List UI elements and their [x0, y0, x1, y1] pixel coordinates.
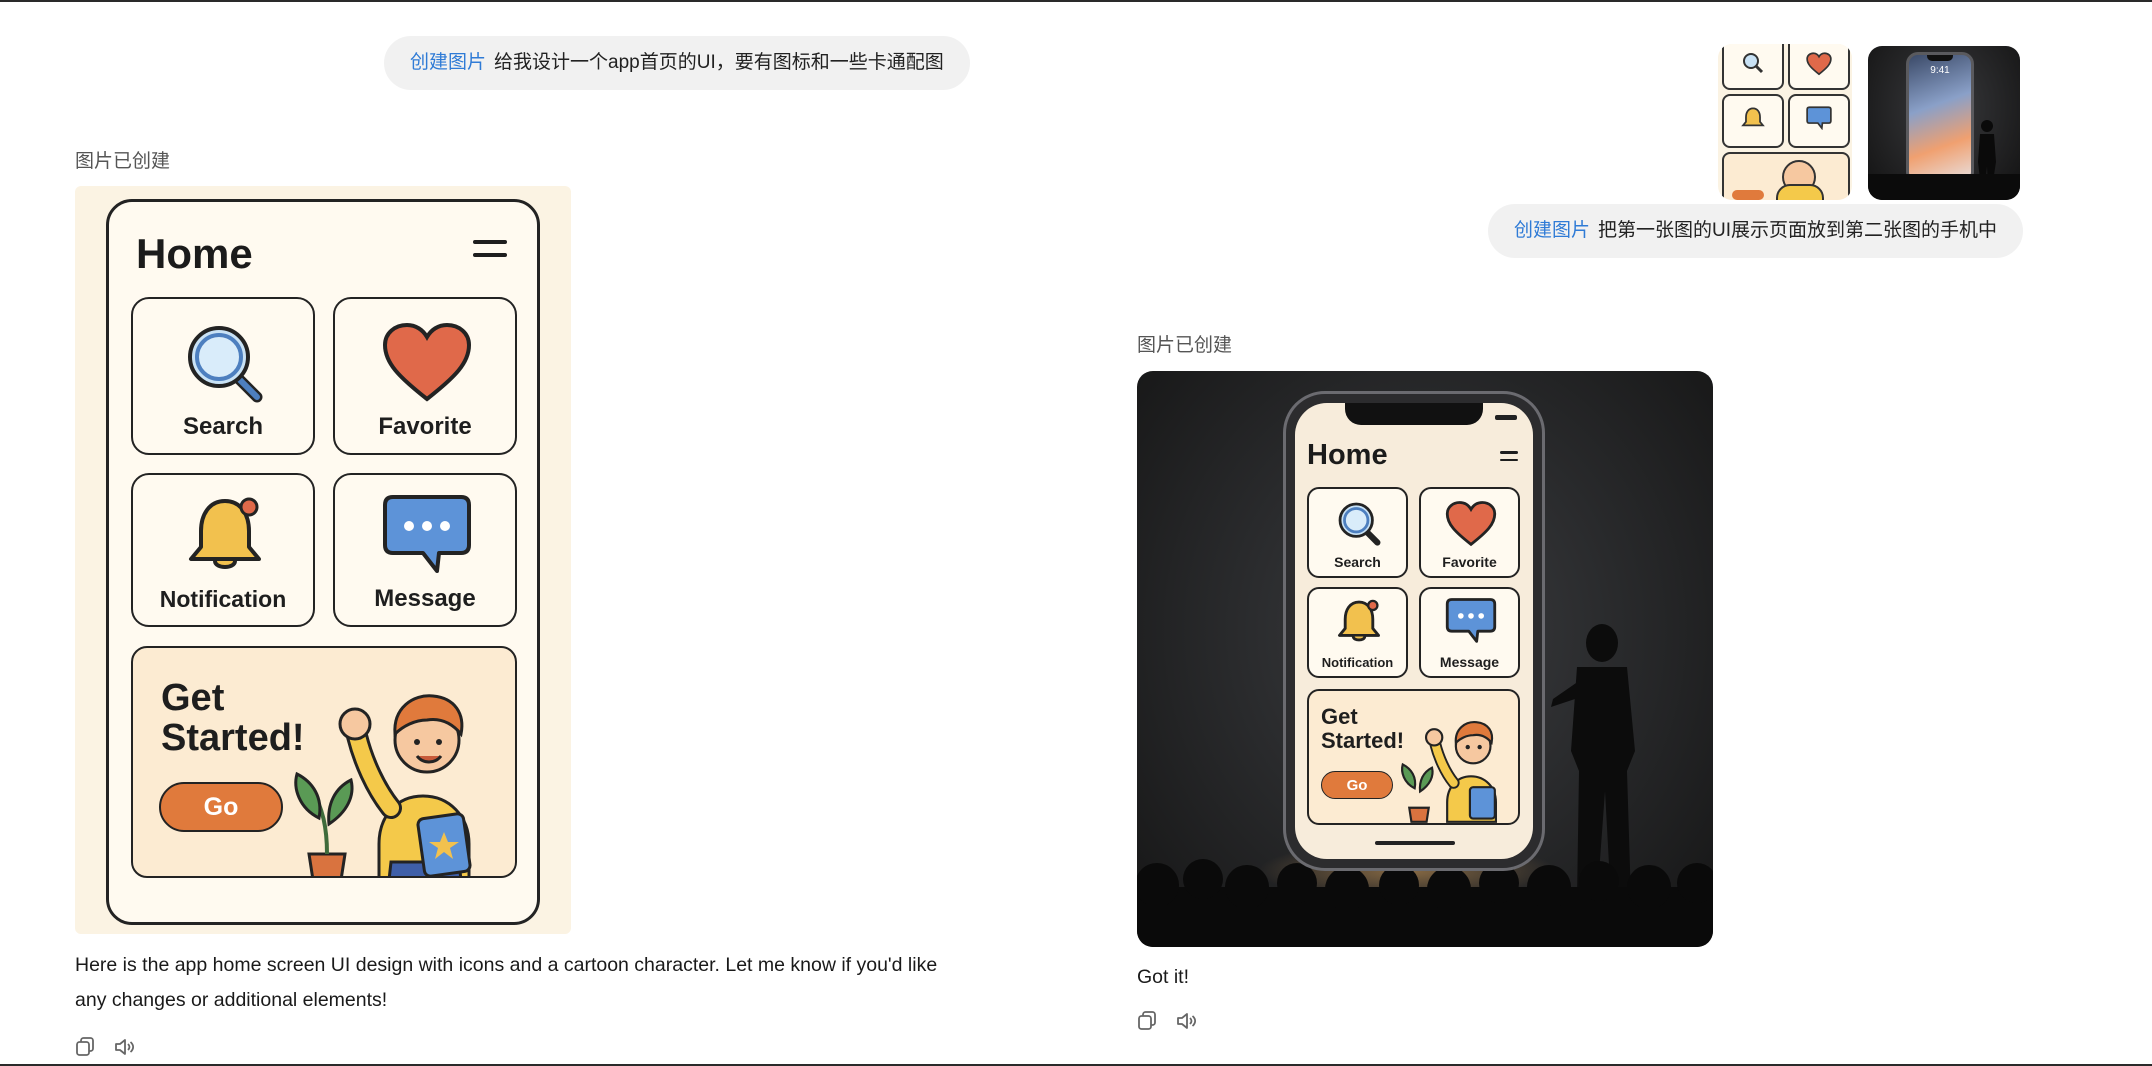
- phone-go-button: Go: [1321, 771, 1393, 799]
- image-created-label-1: 图片已创建: [75, 151, 171, 172]
- phone-favorite-card: Favorite: [1419, 487, 1520, 578]
- assistant-reply-1-line-1: Here is the app home screen UI design wi…: [75, 954, 938, 976]
- phone-notch: [1345, 403, 1483, 425]
- favorite-label: Favorite: [378, 413, 472, 440]
- phone-message-label: Message: [1439, 654, 1500, 670]
- thumb-message-card: [1788, 94, 1850, 148]
- audience-silhouette: [1868, 174, 2020, 200]
- hamburger-menu-icon: [473, 240, 507, 257]
- phone-get-started-line-1: Get: [1321, 704, 1358, 729]
- user-message-2: 创建图片 把第一张图的UI展示页面放到第二张图的手机中: [1488, 204, 2024, 258]
- assistant-reply-1: Here is the app home screen UI design wi…: [75, 948, 1015, 1018]
- create-image-chip[interactable]: 创建图片: [410, 52, 486, 73]
- phone-notification-label: Notification: [1321, 655, 1394, 670]
- phone-home-title: Home: [1307, 439, 1388, 471]
- generated-image-phone-on-stage[interactable]: Home Search Favorite Notification Messag…: [1137, 371, 1713, 947]
- search-icon: [188, 326, 263, 403]
- attached-thumbnail-stage-phone[interactable]: 9:41: [1868, 46, 2020, 200]
- chat-bubble-icon: [1806, 106, 1832, 130]
- go-button: Go: [159, 782, 283, 832]
- bell-icon: [1741, 107, 1765, 127]
- phone-get-started-heading: Get Started!: [1321, 705, 1404, 753]
- generated-image-app-ui[interactable]: Home Search Favorite Notification Messag…: [75, 186, 571, 934]
- battery-icon: [1495, 415, 1517, 420]
- thumb-phone-screen: 9:41: [1906, 52, 1974, 184]
- hamburger-menu-icon: [1500, 451, 1518, 461]
- image-created-label-2: 图片已创建: [1137, 335, 1233, 356]
- phone-message-card: Message: [1419, 587, 1520, 678]
- thumb-favorite-card: [1788, 44, 1850, 90]
- attached-thumbnail-app-ui[interactable]: [1718, 44, 1852, 200]
- phone-favorite-label: Favorite: [1442, 554, 1497, 570]
- assistant-reply-1-line-2: any changes or additional elements!: [75, 989, 388, 1011]
- bell-icon: [189, 497, 261, 569]
- notification-label: Notification: [159, 586, 287, 612]
- app-ui-message-card: Message: [333, 473, 517, 627]
- copy-icon[interactable]: [75, 1036, 97, 1058]
- copy-icon[interactable]: [1137, 1010, 1159, 1032]
- heart-icon: [1445, 501, 1497, 547]
- app-ui-favorite-card: Favorite: [333, 297, 517, 455]
- user-message-1: 创建图片 给我设计一个app首页的UI，要有图标和一些卡通配图: [384, 36, 970, 90]
- search-label: Search: [182, 413, 264, 440]
- message-label: Message: [374, 585, 476, 612]
- home-indicator: [1375, 841, 1455, 845]
- phone-search-card: Search: [1307, 487, 1408, 578]
- app-ui-home-title: Home: [136, 230, 253, 277]
- phone-notification-card: Notification: [1307, 587, 1408, 678]
- search-icon: [1743, 53, 1764, 74]
- heart-icon: [382, 323, 472, 402]
- top-border: [0, 0, 2152, 2]
- app-ui-notification-card: Notification: [131, 473, 315, 627]
- speaker-icon[interactable]: [113, 1036, 135, 1058]
- search-icon: [1338, 502, 1381, 546]
- create-image-chip-2[interactable]: 创建图片: [1514, 220, 1590, 241]
- speaker-icon[interactable]: [1175, 1010, 1197, 1032]
- app-ui-get-started-card: Get Started! Go: [131, 646, 517, 878]
- cartoon-boy-illustration: [294, 694, 472, 876]
- thumb-phone-time: 9:41: [1930, 65, 1950, 76]
- phone-screen: Home Search Favorite Notification Messag…: [1295, 403, 1533, 859]
- phone-get-started-line-2: Started!: [1321, 728, 1405, 753]
- assistant-reply-2: Got it!: [1137, 966, 1190, 988]
- chat-bubble-icon: [1445, 598, 1497, 643]
- thumb-notification-card: [1722, 94, 1784, 148]
- heart-icon: [1806, 52, 1832, 76]
- reply-2-actions: [1137, 1010, 1197, 1032]
- phone-search-label: Search: [1334, 554, 1381, 570]
- app-ui-search-card: Search: [131, 297, 315, 455]
- chat-bubble-icon: [383, 495, 471, 573]
- thumb-search-card: [1722, 44, 1784, 90]
- cartoon-boy-illustration: [1401, 721, 1497, 823]
- user-message-2-text: 把第一张图的UI展示页面放到第二张图的手机中: [1598, 220, 1998, 241]
- thumb-get-started-card: [1722, 152, 1850, 200]
- reply-1-actions: [75, 1036, 135, 1058]
- bell-icon: [1338, 599, 1380, 642]
- phone-get-started-card: Get Started! Go: [1307, 689, 1520, 825]
- user-message-1-text: 给我设计一个app首页的UI，要有图标和一些卡通配图: [494, 52, 944, 73]
